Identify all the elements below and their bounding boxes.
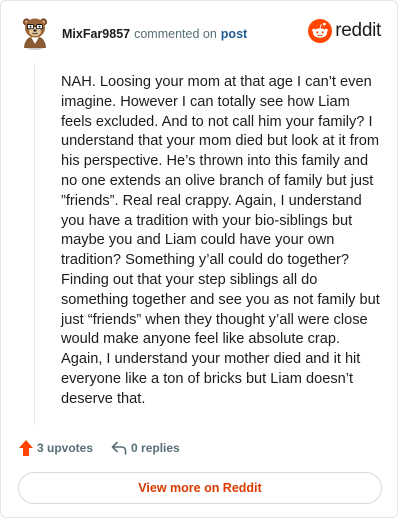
thread-line [34,63,35,425]
comment-header: MixFar9857 commented on post reddit [18,14,381,54]
reddit-logo-icon [308,19,333,43]
upvote-count: 3 upvotes [37,441,94,455]
comment-card: MixFar9857 commented on post reddit NAH. L… [0,0,398,518]
comment-meta: MixFar9857 commented on post [62,27,247,41]
reddit-logo[interactable]: reddit [308,19,381,43]
upvote-button[interactable]: 3 upvotes [19,440,93,456]
post-link[interactable]: post [221,27,247,41]
reply-count: 0 replies [131,441,180,455]
upvote-arrow-icon [19,440,33,456]
view-more-button[interactable]: View more on Reddit [18,472,382,504]
reddit-wordmark: reddit [335,20,381,41]
username-link[interactable]: MixFar9857 [62,27,130,41]
commented-on-label: commented on [134,27,217,41]
avatar-icon[interactable] [18,14,52,50]
comment-body: NAH. Loosing your mom at that age I can’… [61,74,380,407]
comment-actions: 3 upvotes 0 replies [19,438,180,458]
reply-icon [111,441,127,455]
reply-button[interactable]: 0 replies [111,441,180,455]
